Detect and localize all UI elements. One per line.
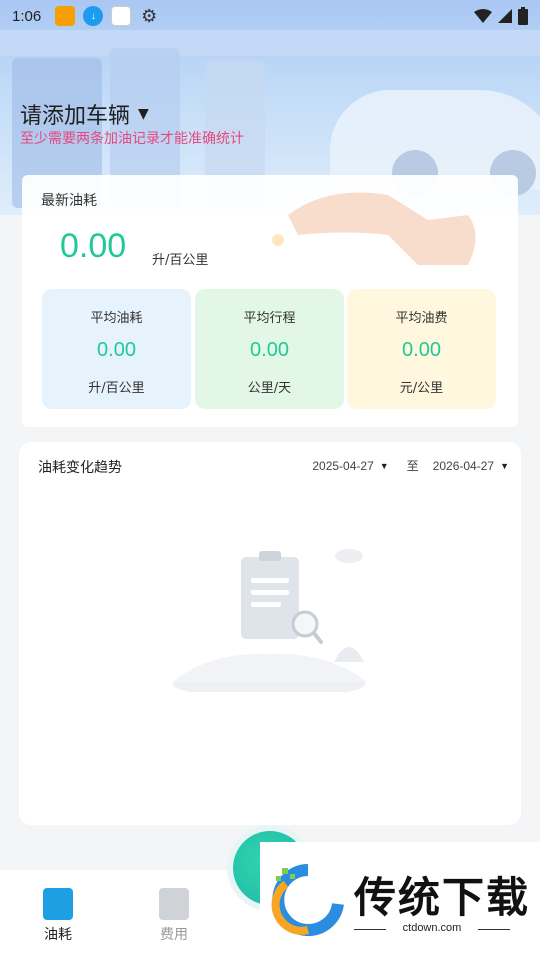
- nav-item-fuel[interactable]: 油耗: [28, 888, 88, 944]
- vehicle-selector[interactable]: 请添加车辆 ▼: [20, 98, 149, 130]
- start-date-picker[interactable]: 2025-04-27: [312, 459, 373, 473]
- stat-unit: 公里/天: [247, 381, 292, 396]
- vehicle-selector-label: 请添加车辆: [20, 104, 131, 129]
- empty-clipboard-icon: [173, 549, 367, 692]
- fuel-can-icon: [43, 888, 73, 920]
- watermark-name: 传统下载: [354, 873, 531, 922]
- fuel-nozzle-icon: [272, 192, 476, 265]
- caret-down-icon: ▼: [138, 106, 149, 122]
- watermark-url: ctdown.com: [402, 922, 462, 934]
- app-notification-icon: [55, 6, 76, 26]
- latest-value: 0.00: [60, 227, 127, 265]
- trend-title: 油耗变化趋势: [38, 460, 122, 476]
- latest-unit: 升/百公里: [152, 253, 209, 268]
- stat-avg-trip: 平均行程 0.00 公里/天: [195, 289, 344, 409]
- stat-label: 平均油耗: [90, 311, 143, 326]
- settings-icon: ⚙: [141, 5, 158, 26]
- download-icon: ↓: [83, 6, 104, 26]
- trend-card: 油耗变化趋势 2025-04-27 ▼ 至 2026-04-27 ▼: [19, 442, 521, 825]
- caret-down-icon[interactable]: ▼: [380, 461, 389, 471]
- stat-value: 0.00: [402, 339, 441, 361]
- stat-unit: 升/百公里: [88, 381, 145, 396]
- status-bar: 1:06 ↓ ⚙: [0, 0, 540, 32]
- stat-value: 0.00: [250, 339, 289, 361]
- station-canopy: [0, 30, 540, 56]
- stat-value: 0.00: [97, 339, 136, 361]
- wifi-icon: [474, 9, 492, 23]
- stat-avg-consumption: 平均油耗 0.00 升/百公里: [42, 289, 191, 409]
- status-time: 1:06: [12, 7, 42, 25]
- divider: [478, 929, 510, 930]
- end-date-picker[interactable]: 2026-04-27: [433, 459, 494, 473]
- record-hint: 至少需要两条加油记录才能准确统计: [20, 131, 244, 147]
- date-range: 2025-04-27 ▼ 至 2026-04-27 ▼: [312, 457, 509, 474]
- stat-label: 平均行程: [243, 311, 296, 326]
- latest-consumption-card: 最新油耗 0.00 升/百公里 平均油耗 0.00 升/百公里 平均行程 0.0…: [22, 175, 518, 427]
- caret-down-icon[interactable]: ▼: [500, 461, 509, 471]
- expense-icon: [159, 888, 189, 920]
- stat-label: 平均油费: [395, 311, 448, 326]
- nav-label: 油耗: [44, 927, 72, 943]
- battery-icon: [518, 7, 528, 25]
- stat-avg-cost: 平均油费 0.00 元/公里: [347, 289, 496, 409]
- signal-icon: [498, 9, 512, 23]
- stat-unit: 元/公里: [399, 381, 444, 396]
- nav-item-expense[interactable]: 费用: [144, 888, 204, 944]
- nav-label: 费用: [160, 927, 188, 943]
- range-separator: 至: [406, 459, 419, 473]
- watermark: 传统下载 ctdown.com: [260, 842, 540, 960]
- watermark-logo-icon: [271, 864, 344, 936]
- news-icon: [111, 6, 132, 26]
- latest-title: 最新油耗: [41, 193, 97, 209]
